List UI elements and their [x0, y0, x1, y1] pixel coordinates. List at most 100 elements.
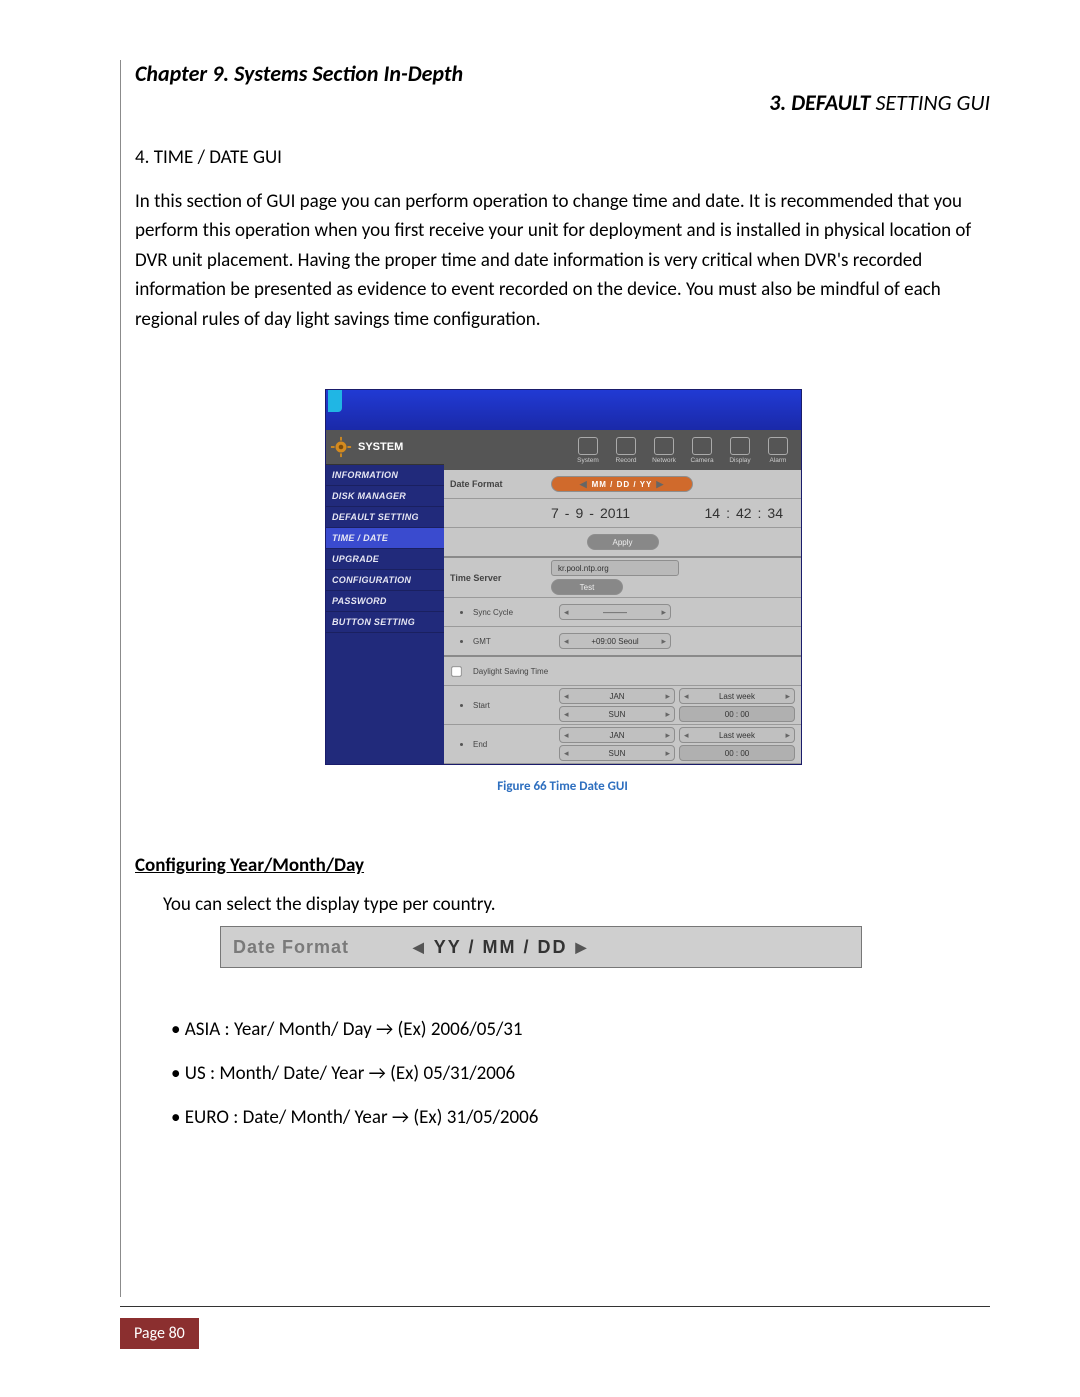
- arrow-left-icon[interactable]: ◀: [576, 479, 592, 490]
- iconbar-icon: [768, 437, 788, 455]
- dvr-body: System RecordNetwork Camera DisplayAlarm Da…: [444, 430, 801, 764]
- iconbar-item[interactable]: Camera: [685, 437, 719, 464]
- time-server-label: Time Server: [450, 573, 545, 583]
- figure-caption: Figure 66 Time Date GUI: [325, 779, 800, 794]
- iconbar-item[interactable]: Display: [723, 437, 757, 464]
- dst-end-week-spinner[interactable]: ◂Last week▸: [679, 727, 795, 743]
- iconbar-icon: [616, 437, 636, 455]
- sidebar-header: SYSTEM: [326, 430, 444, 465]
- apply-button[interactable]: Apply: [587, 534, 659, 550]
- gear-icon: [330, 436, 352, 458]
- arrow-right-icon[interactable]: ▶: [575, 939, 588, 956]
- gmt-value: +09:00 Seoul: [573, 637, 658, 646]
- dst-start-time-spinner[interactable]: 00 : 00: [679, 706, 795, 722]
- arrow-left-icon[interactable]: ◂: [560, 636, 573, 647]
- dst-start-week-spinner[interactable]: ◂Last week▸: [679, 688, 795, 704]
- time-server-field[interactable]: kr.pool.ntp.org: [551, 560, 679, 576]
- date-month[interactable]: 7: [551, 505, 559, 521]
- arrow-right-icon[interactable]: ▸: [657, 636, 670, 647]
- iconbar-label: System: [577, 457, 599, 464]
- dvr-titlebar-tab: [328, 390, 342, 412]
- sidebar-item[interactable]: CONFIGURATION: [326, 570, 444, 591]
- iconbar-label: Camera: [690, 457, 713, 464]
- list-item: • ASIA : Year/ Month/ Day → (Ex) 2006/05…: [171, 1008, 990, 1052]
- date-format-bar-value: YY / MM / DD: [434, 937, 568, 958]
- time-min[interactable]: 42: [736, 505, 752, 521]
- iconbar-item[interactable]: Network: [647, 437, 681, 464]
- dst-end-month: JAN: [573, 731, 662, 740]
- date-format-bar-label: Date Format: [221, 937, 413, 958]
- page-number-badge: Page 80: [120, 1318, 199, 1349]
- date-format-bar: Date Format ◀ YY / MM / DD ▶: [220, 926, 862, 968]
- bullet-icon: [460, 640, 463, 643]
- list-item: • US : Month/ Date/ Year → (Ex) 05/31/20…: [171, 1052, 990, 1096]
- sidebar-item[interactable]: DISK MANAGER: [326, 486, 444, 507]
- dst-label: Daylight Saving Time: [473, 667, 548, 676]
- sync-cycle-spinner[interactable]: ◂———▸: [559, 604, 671, 620]
- dst-start-day-spinner[interactable]: ◂SUN▸: [559, 706, 675, 722]
- sidebar-item[interactable]: PASSWORD: [326, 591, 444, 612]
- date-format-selector[interactable]: ◀ MM / DD / YY ▶: [551, 476, 693, 492]
- bullet-icon: [460, 611, 463, 614]
- subsection-rest: SETTING GUI: [870, 89, 990, 116]
- dst-start-label: Start: [473, 701, 553, 710]
- iconbar-item[interactable]: Alarm: [761, 437, 795, 464]
- body-paragraph: In this section of GUI page you can perf…: [135, 187, 990, 334]
- sync-cycle-value: ———: [573, 608, 658, 617]
- sidebar-item[interactable]: DEFAULT SETTING: [326, 507, 444, 528]
- chapter-title: Chapter 9. Systems Section In-Depth: [135, 60, 990, 87]
- dvr-iconbar: System RecordNetwork Camera DisplayAlarm: [444, 430, 801, 470]
- iconbar-icon: [654, 437, 674, 455]
- date-format-label: Date Format: [450, 479, 545, 489]
- dst-end-label: End: [473, 740, 553, 749]
- dvr-window: SYSTEM INFORMATIONDISK MANAGERDEFAULT SE…: [325, 389, 802, 765]
- dst-end-day-spinner[interactable]: ◂SUN▸: [559, 745, 675, 761]
- date-format-bar-selector[interactable]: ◀ YY / MM / DD ▶: [413, 937, 588, 958]
- dvr-sidebar: SYSTEM INFORMATIONDISK MANAGERDEFAULT SE…: [326, 430, 444, 764]
- date-day[interactable]: 9: [575, 505, 583, 521]
- subsection-number: 3.: [769, 89, 786, 116]
- iconbar-icon: [692, 437, 712, 455]
- arrow-left-icon[interactable]: ◀: [413, 939, 426, 956]
- bullet-icon: [460, 743, 463, 746]
- test-button[interactable]: Test: [551, 579, 623, 595]
- dst-end-day: SUN: [573, 749, 662, 758]
- iconbar-icon: [578, 437, 598, 455]
- sidebar-item[interactable]: UPGRADE: [326, 549, 444, 570]
- arrow-left-icon[interactable]: ◂: [560, 607, 573, 618]
- dst-start-time: 00 : 00: [680, 710, 794, 719]
- sidebar-item[interactable]: TIME / DATE: [326, 528, 444, 549]
- figure-66: SYSTEM INFORMATIONDISK MANAGERDEFAULT SE…: [325, 389, 800, 794]
- dst-checkbox[interactable]: [451, 666, 461, 676]
- section-label: 4. TIME / DATE GUI: [135, 146, 990, 169]
- sidebar-header-label: SYSTEM: [358, 441, 403, 453]
- subsection-bold: DEFAULT: [791, 89, 870, 116]
- time-hour[interactable]: 14: [704, 505, 720, 521]
- dst-end-time-spinner[interactable]: 00 : 00: [679, 745, 795, 761]
- left-margin-rule: [120, 60, 121, 1297]
- config-heading: Configuring Year/Month/Day: [135, 854, 990, 877]
- dvr-titlebar: [326, 390, 801, 430]
- arrow-right-icon[interactable]: ▶: [652, 479, 668, 490]
- dst-end-month-spinner[interactable]: ◂JAN▸: [559, 727, 675, 743]
- date-year[interactable]: 2011: [600, 505, 630, 521]
- dst-start-month: JAN: [573, 692, 662, 701]
- sidebar-item[interactable]: INFORMATION: [326, 465, 444, 486]
- bullet-icon: [460, 704, 463, 707]
- dvr-panel: Date Format ◀ MM / DD / YY ▶: [444, 470, 801, 764]
- dst-start-month-spinner[interactable]: ◂JAN▸: [559, 688, 675, 704]
- dst-start-week: Last week: [693, 692, 782, 701]
- iconbar-item[interactable]: System: [571, 437, 605, 464]
- format-examples-list: • ASIA : Year/ Month/ Day → (Ex) 2006/05…: [171, 1008, 990, 1139]
- iconbar-icon: [730, 437, 750, 455]
- time-sec[interactable]: 34: [767, 505, 783, 521]
- sidebar-item[interactable]: BUTTON SETTING: [326, 612, 444, 633]
- config-intro-line: You can select the display type per coun…: [163, 893, 990, 916]
- arrow-right-icon[interactable]: ▸: [657, 607, 670, 618]
- iconbar-item[interactable]: Record: [609, 437, 643, 464]
- date-format-value: MM / DD / YY: [592, 480, 653, 489]
- gmt-spinner[interactable]: ◂+09:00 Seoul▸: [559, 633, 671, 649]
- footer-rule: [120, 1306, 990, 1307]
- dst-end-week: Last week: [693, 731, 782, 740]
- dst-start-day: SUN: [573, 710, 662, 719]
